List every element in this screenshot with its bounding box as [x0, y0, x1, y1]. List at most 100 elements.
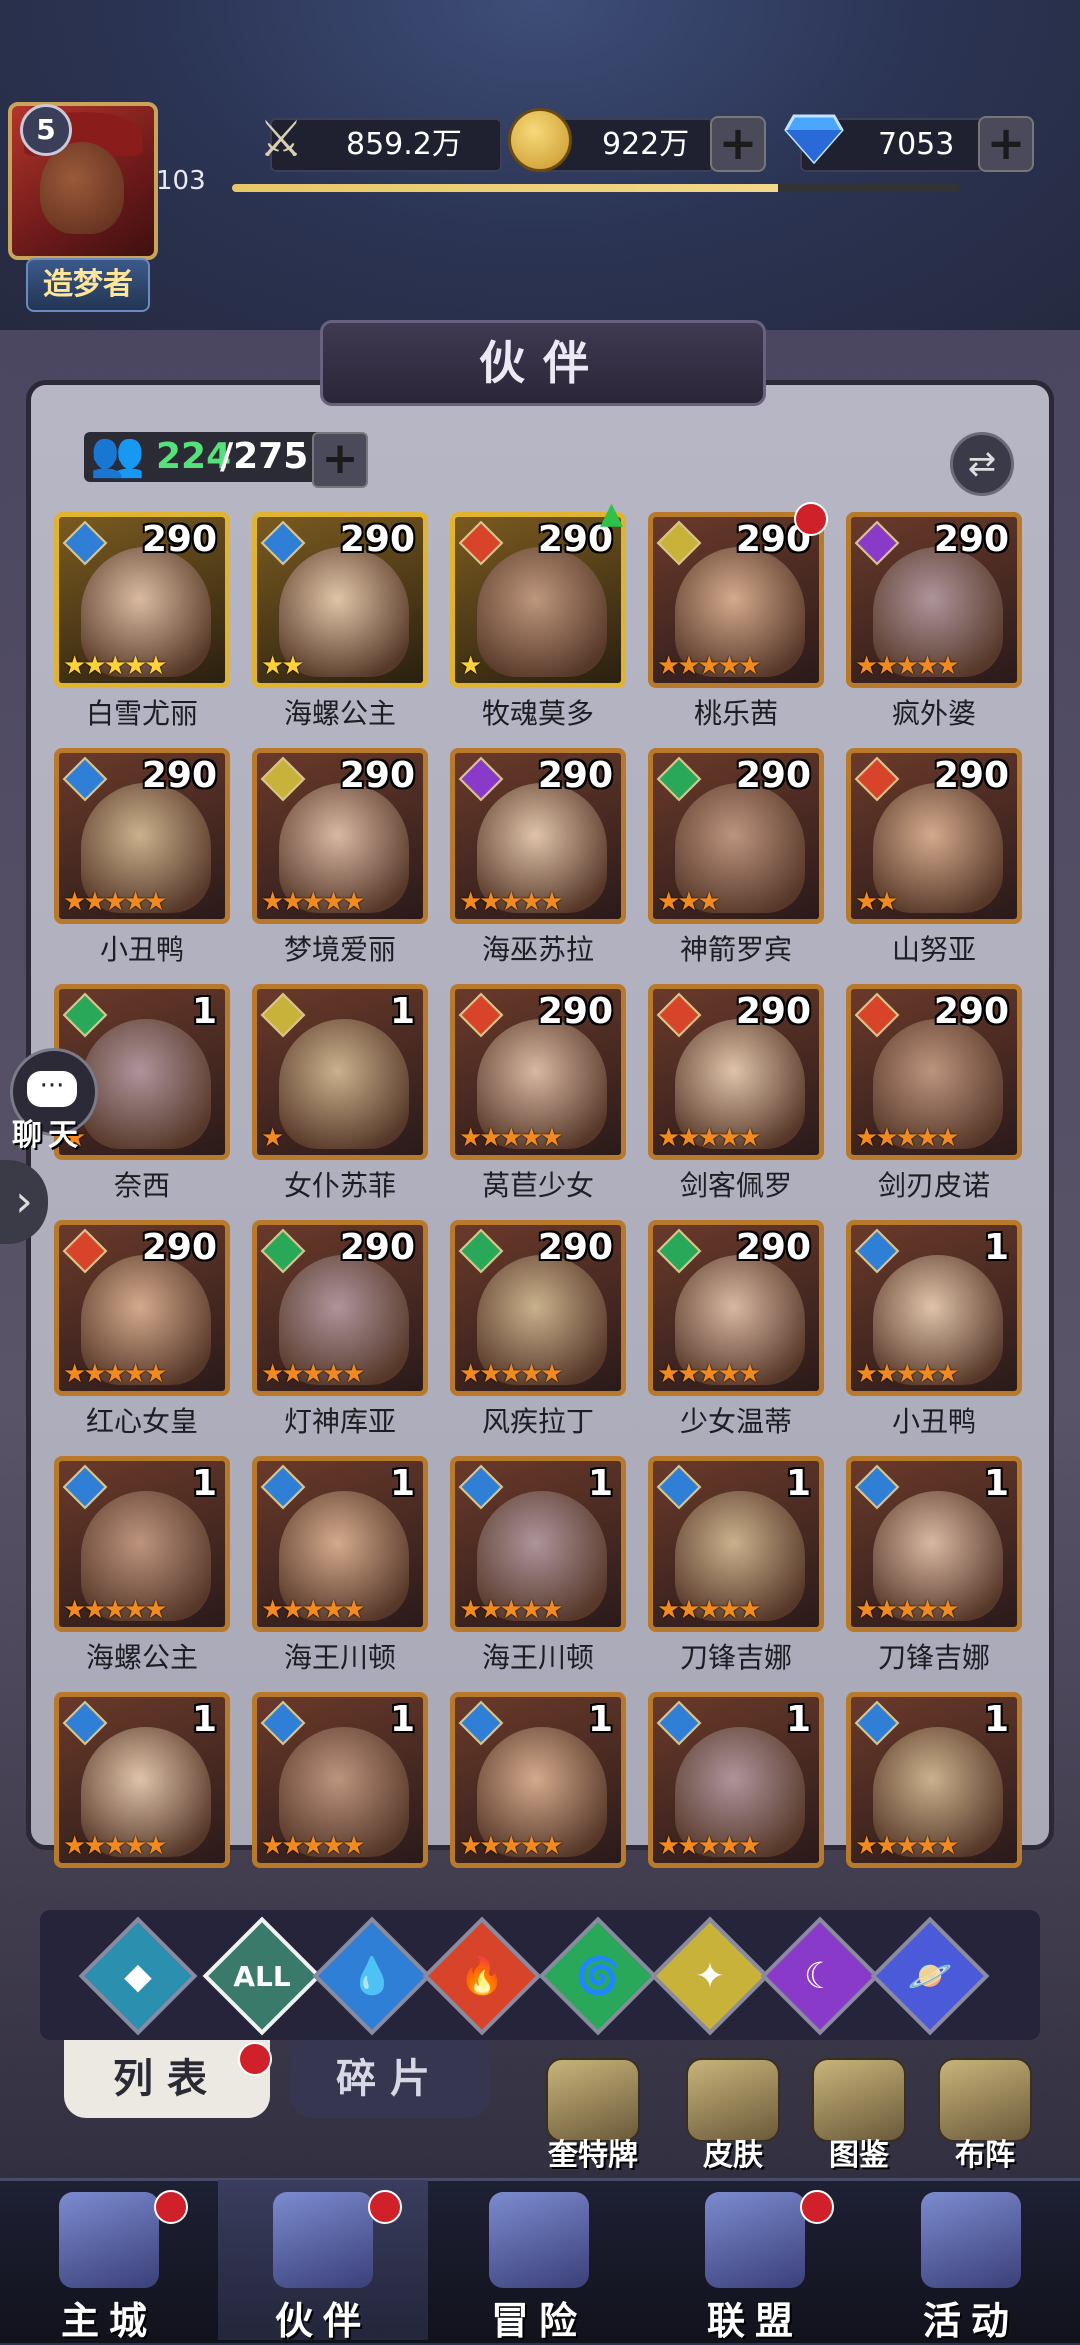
- hero-stars: ★★★★★: [63, 1359, 168, 1389]
- filter-cosmic-icon: 🪐: [907, 1956, 953, 1997]
- expand-capacity-button[interactable]: +: [312, 432, 368, 488]
- compass-icon: [489, 2192, 589, 2288]
- action-outfit-button[interactable]: 皮肤: [668, 2058, 798, 2173]
- hero-card[interactable]: 1 ★★★★★: [648, 1692, 824, 1868]
- add-diamond-button[interactable]: +: [978, 116, 1034, 172]
- dark-element-icon: [458, 756, 504, 802]
- action-chess-button[interactable]: 布阵: [920, 2058, 1050, 2173]
- water-element-icon: [458, 1464, 504, 1510]
- hero-name: 莴苣少女: [481, 1169, 594, 1202]
- filter-water-icon: 💧: [349, 1956, 395, 1997]
- wind-element-icon: [458, 1228, 504, 1274]
- hero-card[interactable]: 290 ★: [450, 512, 626, 688]
- hero-stars: ★: [261, 1123, 284, 1153]
- hero-card[interactable]: 290 ★★★★★: [54, 748, 230, 924]
- nav-label: 活动: [922, 2299, 1019, 2343]
- add-gold-button[interactable]: +: [710, 116, 766, 172]
- hero-card[interactable]: 290 ★★★★★: [450, 1220, 626, 1396]
- title-badge[interactable]: 造梦者: [26, 258, 150, 312]
- hero-card[interactable]: 1 ★★★★★: [846, 1456, 1022, 1632]
- hero-stars: ★★★★★: [63, 1595, 168, 1625]
- castle-icon: [59, 2192, 159, 2288]
- action-label: 奎特牌: [548, 2138, 638, 2173]
- water-element-icon: [62, 1700, 108, 1746]
- hero-card[interactable]: 1 ★★★★★: [450, 1456, 626, 1632]
- hero-name: 风疾拉丁: [481, 1405, 594, 1438]
- hero-card[interactable]: 1 ★★★★★: [846, 1220, 1022, 1396]
- hero-name: 海王川顿: [283, 1641, 396, 1674]
- hero-card[interactable]: 290 ★★: [252, 512, 428, 688]
- action-label: 图鉴: [829, 2138, 889, 2173]
- tab-fragments[interactable]: 碎片: [290, 2040, 490, 2118]
- hero-card[interactable]: 290 ★★★★★: [648, 984, 824, 1160]
- hero-name: 女仆苏菲: [283, 1169, 396, 1202]
- hero-name: 海螺公主: [85, 1641, 198, 1674]
- player-level-badge: 5: [20, 104, 72, 156]
- hero-name: 红心女皇: [85, 1405, 198, 1438]
- hero-card[interactable]: 290 ★★★★★: [54, 512, 230, 688]
- fire-element-icon: [854, 756, 900, 802]
- hero-stars: ★★★★★: [63, 1831, 168, 1861]
- hero-card[interactable]: 290 ★★★★★: [846, 984, 1022, 1160]
- power-value: 859.2万: [346, 127, 462, 162]
- gold-coin-icon: [508, 108, 572, 172]
- hero-level: 290: [141, 755, 217, 796]
- fire-element-icon: [854, 992, 900, 1038]
- hero-card[interactable]: 1 ★★★★★: [54, 1456, 230, 1632]
- hero-stars: ★★★★★: [855, 1359, 960, 1389]
- hero-card[interactable]: 1 ★★★★★: [54, 1692, 230, 1868]
- exp-bar: [232, 184, 960, 192]
- hero-notification-dot: [794, 502, 828, 536]
- hero-name: 灯神库亚: [283, 1405, 396, 1438]
- hero-name: 牧魂莫多: [481, 697, 594, 730]
- hero-level: 1: [983, 1227, 1009, 1268]
- hero-card[interactable]: 1 ★★★★★: [846, 1692, 1022, 1868]
- hero-card[interactable]: 1 ★★★★★: [450, 1692, 626, 1868]
- hero-card[interactable]: 290 ★★★★★: [648, 512, 824, 688]
- hero-card[interactable]: 290 ★★★★★: [450, 748, 626, 924]
- action-codex-button[interactable]: 图鉴: [794, 2058, 924, 2173]
- hero-level: 290: [933, 519, 1009, 560]
- filter-all-icon: ALL: [233, 1960, 291, 1993]
- hero-name: 海王川顿: [481, 1641, 594, 1674]
- hero-stars: ★★★★★: [261, 1831, 366, 1861]
- hero-card[interactable]: 290 ★★★★★: [450, 984, 626, 1160]
- chat-label: 聊天: [12, 1118, 84, 1153]
- hero-card[interactable]: 290 ★★★★★: [54, 1220, 230, 1396]
- hero-card[interactable]: 290 ★★★★★: [846, 512, 1022, 688]
- action-card-deck-button[interactable]: 奎特牌: [528, 2058, 658, 2173]
- hero-stars: ★★★★★: [261, 1595, 366, 1625]
- hero-card[interactable]: 290 ★★★★★: [252, 1220, 428, 1396]
- hero-card[interactable]: 290 ★★★★★: [648, 1220, 824, 1396]
- hero-stars: ★★★★★: [855, 651, 960, 681]
- hero-card[interactable]: 290 ★★★: [648, 748, 824, 924]
- nav-compass-tab[interactable]: 冒险: [434, 2180, 644, 2343]
- swap-sort-button[interactable]: ⇄: [950, 432, 1014, 496]
- avatar-face: [40, 142, 124, 234]
- hero-name: 梦境爱丽: [283, 933, 396, 966]
- chat-bubble-icon: ···: [27, 1071, 77, 1107]
- nav-shield-tab[interactable]: 联盟: [650, 2180, 860, 2343]
- nav-notification-dot: [368, 2190, 402, 2224]
- hero-card[interactable]: 1 ★: [252, 984, 428, 1160]
- hero-card[interactable]: 290 ★★★★★: [252, 748, 428, 924]
- hero-card[interactable]: 1 ★★★★★: [252, 1456, 428, 1632]
- hero-level: 290: [339, 1227, 415, 1268]
- nav-castle-tab[interactable]: 主城: [4, 2180, 214, 2343]
- water-element-icon: [854, 1464, 900, 1510]
- tab-list-notification-dot: [238, 2042, 272, 2076]
- nav-cards-tab[interactable]: 活动: [866, 2180, 1076, 2343]
- hero-card[interactable]: 1 ★★★★★: [648, 1456, 824, 1632]
- light-element-icon: [260, 992, 306, 1038]
- filter-rank-icon: ◆: [124, 1956, 152, 1997]
- water-element-icon: [656, 1700, 702, 1746]
- hero-card[interactable]: 1 ★★★★★: [252, 1692, 428, 1868]
- hero-card[interactable]: 290 ★★: [846, 748, 1022, 924]
- exp-level: 103: [156, 166, 206, 196]
- water-element-icon: [458, 1700, 504, 1746]
- hero-stars: ★★: [261, 651, 305, 681]
- water-element-icon: [62, 520, 108, 566]
- hero-stars: ★★★★★: [261, 887, 366, 917]
- hero-stars: ★: [459, 651, 482, 681]
- nav-hat-tab[interactable]: 伙伴: [218, 2180, 428, 2343]
